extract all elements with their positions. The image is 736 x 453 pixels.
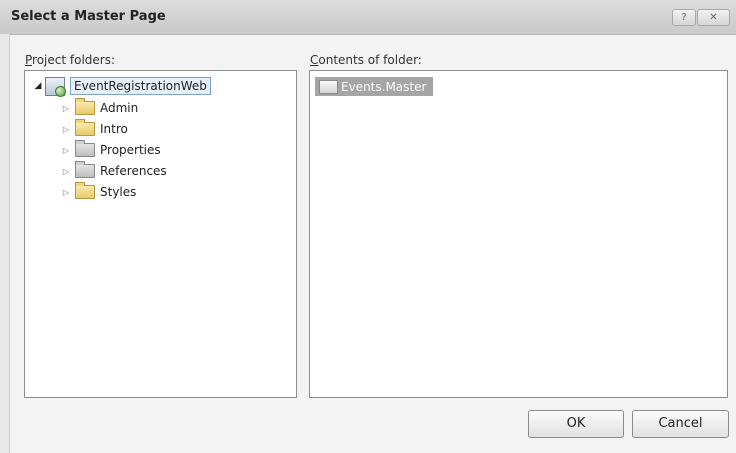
select-master-page-dialog: Select a Master Page ? ✕ Project folders… bbox=[0, 0, 736, 453]
folder-icon bbox=[75, 119, 95, 136]
tree-item-label: Properties bbox=[100, 143, 161, 157]
master-page-file-icon bbox=[319, 79, 338, 94]
tree-item-label: EventRegistrationWeb bbox=[70, 77, 211, 95]
tree-item-label: Intro bbox=[100, 122, 128, 136]
expand-arrow-icon[interactable]: ▷ bbox=[61, 104, 71, 113]
expand-arrow-icon[interactable]: ▷ bbox=[61, 125, 71, 134]
web-project-icon bbox=[45, 76, 66, 97]
contents-of-folder-label: Contents of folder: bbox=[310, 53, 422, 67]
title-bar: Select a Master Page ? ✕ bbox=[0, 0, 736, 35]
window-edge bbox=[0, 34, 10, 453]
close-button[interactable]: ✕ bbox=[697, 9, 730, 26]
project-folders-tree[interactable]: ◢ EventRegistrationWeb ▷ Admin ▷ Intro ▷… bbox=[24, 70, 297, 398]
tree-item-admin[interactable]: ▷ Admin bbox=[61, 98, 139, 117]
tree-item-label: References bbox=[100, 164, 167, 178]
help-button[interactable]: ? bbox=[672, 9, 696, 26]
tree-item-intro[interactable]: ▷ Intro bbox=[61, 119, 128, 138]
tree-item-label: Styles bbox=[100, 185, 137, 199]
project-folders-label: Project folders: bbox=[25, 53, 116, 67]
references-folder-icon bbox=[75, 161, 95, 178]
file-name: Events.Master bbox=[341, 79, 427, 94]
folder-icon bbox=[75, 182, 95, 199]
collapse-arrow-icon[interactable]: ◢ bbox=[33, 81, 43, 91]
tree-item-properties[interactable]: ▷ Properties bbox=[61, 140, 161, 159]
expand-arrow-icon[interactable]: ▷ bbox=[61, 188, 71, 197]
list-item-events-master[interactable]: Events.Master bbox=[315, 77, 433, 96]
tree-item-root[interactable]: ◢ EventRegistrationWeb bbox=[33, 76, 211, 97]
ok-button[interactable]: OK bbox=[528, 410, 624, 438]
tree-item-styles[interactable]: ▷ Styles bbox=[61, 182, 137, 201]
expand-arrow-icon[interactable]: ▷ bbox=[61, 146, 71, 155]
dialog-title: Select a Master Page bbox=[11, 9, 166, 24]
tree-item-references[interactable]: ▷ References bbox=[61, 161, 167, 180]
cancel-button[interactable]: Cancel bbox=[632, 410, 729, 438]
folder-contents-list[interactable]: Events.Master bbox=[309, 70, 728, 398]
expand-arrow-icon[interactable]: ▷ bbox=[61, 167, 71, 176]
properties-folder-icon bbox=[75, 140, 95, 157]
folder-icon bbox=[75, 98, 95, 115]
tree-item-label: Admin bbox=[100, 101, 139, 115]
